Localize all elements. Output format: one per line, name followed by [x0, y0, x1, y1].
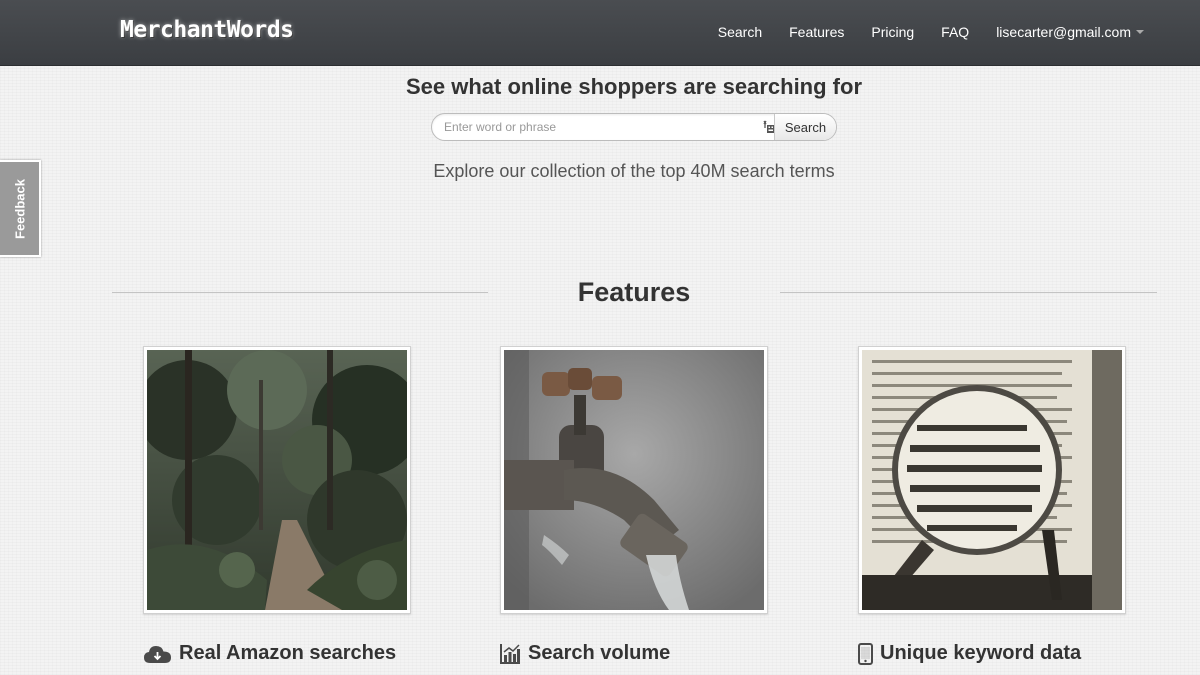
- nav-faq[interactable]: FAQ: [941, 24, 969, 40]
- account-menu[interactable]: lisecarter@gmail.com: [996, 24, 1144, 40]
- brand-logo[interactable]: MerchantWords: [120, 17, 294, 43]
- nav-search[interactable]: Search: [718, 24, 762, 40]
- bar-chart-icon: [500, 644, 520, 664]
- magnifying-glass-book-photo: [858, 346, 1126, 614]
- features-heading: Features: [577, 277, 691, 307]
- feature-title-3: Unique keyword data: [858, 642, 1081, 665]
- hero-subtitle: Explore our collection of the top 40M se…: [433, 161, 835, 181]
- main-nav: Search Features Pricing FAQ lisecarter@g…: [691, 24, 1144, 40]
- nav-pricing[interactable]: Pricing: [871, 24, 914, 40]
- nav-features[interactable]: Features: [789, 24, 844, 40]
- account-email: lisecarter@gmail.com: [996, 24, 1131, 40]
- water-faucet-photo: [500, 346, 768, 614]
- forest-path-photo: [143, 346, 411, 614]
- search-input[interactable]: [432, 114, 760, 140]
- divider-left: [112, 292, 488, 293]
- search-form: Search: [431, 113, 837, 141]
- caret-down-icon: [1136, 30, 1144, 34]
- feature-title-1-label: Real Amazon searches: [179, 642, 397, 664]
- mobile-phone-icon: [858, 642, 873, 665]
- search-button[interactable]: Search: [774, 114, 836, 140]
- feedback-tab[interactable]: Feedback: [0, 160, 41, 257]
- feature-title-2-label: Search volume: [528, 642, 671, 664]
- feedback-label: Feedback: [12, 178, 27, 239]
- cloud-icon: [144, 645, 171, 663]
- feature-title-2: Search volume: [500, 642, 670, 665]
- top-navbar: MerchantWords Search Features Pricing FA…: [0, 0, 1200, 66]
- divider-right: [780, 292, 1157, 293]
- feature-title-1: Real Amazon searches: [143, 642, 396, 665]
- feature-title-3-label: Unique keyword data: [880, 642, 1082, 664]
- hero-title: See what online shoppers are searching f…: [405, 74, 863, 99]
